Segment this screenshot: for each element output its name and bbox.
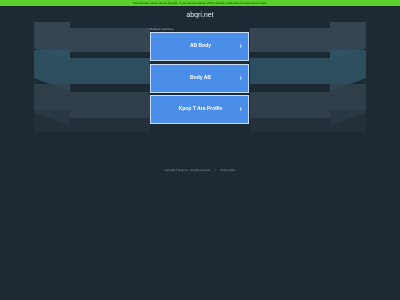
privacy-policy-link[interactable]: Privacy Policy	[220, 169, 236, 172]
related-link-ab-body[interactable]: AB Body ›	[150, 32, 249, 61]
related-link-label[interactable]: AB Body	[151, 33, 250, 60]
related-link-body-ab[interactable]: Body AB ›	[150, 64, 249, 93]
chevron-right-icon: ›	[239, 75, 242, 82]
decorative-right-arrows	[250, 22, 366, 132]
related-link-label[interactable]: Body AB	[151, 65, 250, 92]
domain-title: abqri.net	[186, 12, 214, 19]
chevron-right-icon: ›	[239, 43, 242, 50]
banner-text[interactable]: This domain name can be bought. If you a…	[133, 1, 267, 5]
decorative-left-arrows	[34, 22, 150, 132]
related-link-kpop-t-ara-profile[interactable]: Kpop T Ara Profile ›	[150, 95, 249, 124]
footer: Copyright © abqri.net · All rights reser…	[0, 169, 400, 173]
footer-copyright: Copyright © abqri.net · All rights reser…	[164, 169, 211, 172]
footer-separator: |	[214, 169, 216, 172]
related-link-label[interactable]: Kpop T Ara Profile	[151, 96, 250, 123]
parked-domain-page: This domain name can be bought. If you a…	[0, 0, 400, 300]
related-searches-label: Related searches	[150, 27, 174, 31]
chevron-right-icon: ›	[239, 106, 242, 113]
lease-domain-banner[interactable]: This domain name can be bought. If you a…	[0, 0, 400, 6]
